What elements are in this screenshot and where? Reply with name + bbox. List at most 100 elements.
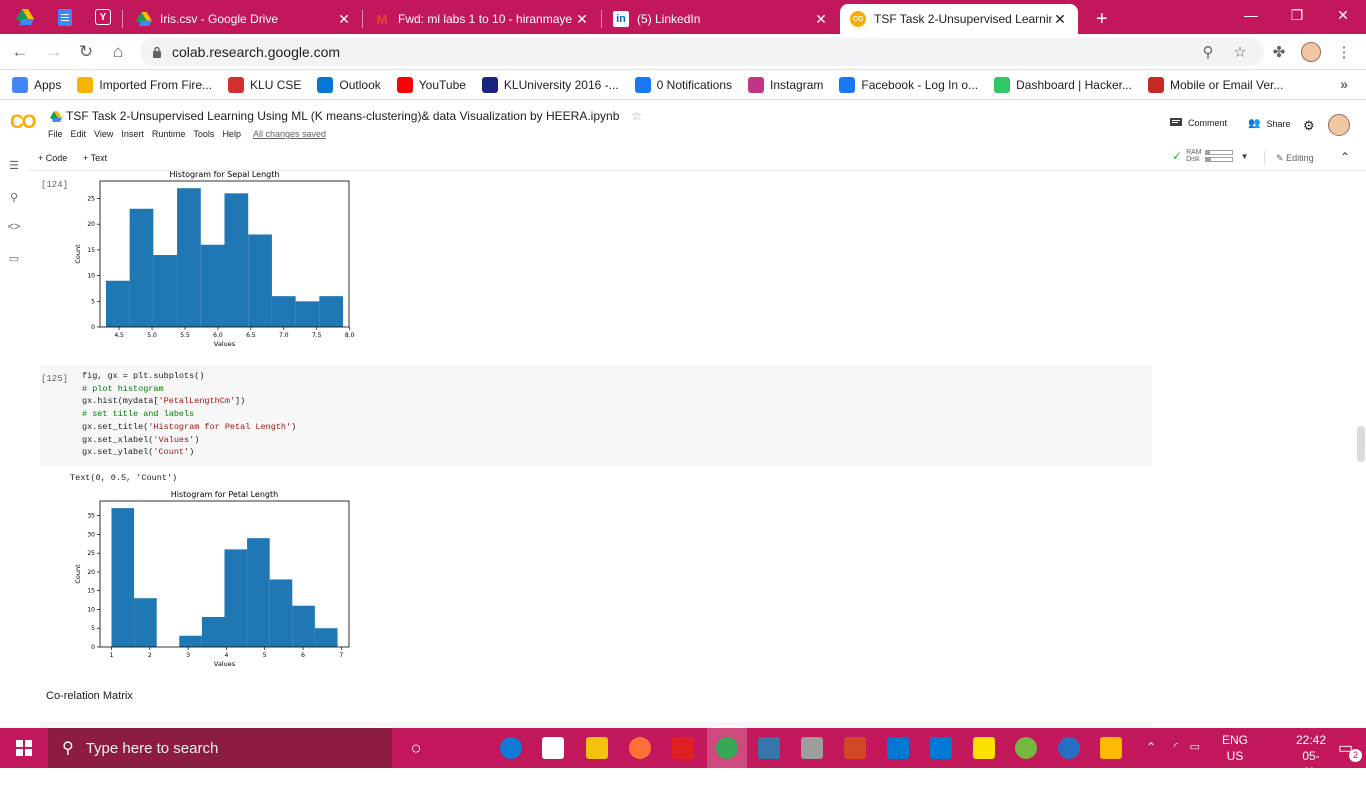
close-icon[interactable]: ✕ [813,11,829,28]
taskbar-search-box[interactable]: ⚲ Type here to search [48,728,392,768]
settings-gear-icon[interactable]: ⚙ [1303,118,1315,134]
menu-help[interactable]: Help [222,129,241,139]
back-button[interactable]: ← [8,40,32,64]
network-icon[interactable]: ◜ [1174,740,1178,753]
url-text: colab.research.google.com [172,44,341,60]
start-button[interactable] [0,728,48,768]
y-tick-label: 5 [91,298,95,305]
share-button[interactable]: 👥 Share [1248,118,1290,129]
store-icon[interactable] [540,735,566,761]
close-icon[interactable]: ✕ [574,11,590,28]
markdown-text-cell[interactable]: Co-relation Matrix [46,690,133,702]
save-status-link[interactable]: All changes saved [253,129,326,139]
file-explorer-icon[interactable] [584,735,610,761]
notification-center-button[interactable]: ▭ 2 [1338,738,1362,762]
code-snippets-icon[interactable]: <> [7,220,21,234]
comment-button[interactable]: Comment [1170,118,1227,128]
close-window-button[interactable]: ✕ [1320,0,1366,30]
menu-edit[interactable]: Edit [71,129,87,139]
mail-icon[interactable] [885,735,911,761]
new-tab-button[interactable]: + [1086,4,1116,34]
x-tick-label: 5 [263,652,267,659]
extensions-icon[interactable]: ✤ [1269,42,1289,62]
add-text-button[interactable]: + Text [83,153,107,163]
tab-google-drive[interactable]: Iris.csv - Google Drive ✕ [126,4,362,34]
home-button[interactable]: ⌂ [106,40,130,64]
tab-linkedin[interactable]: in (5) LinkedIn ✕ [603,4,839,34]
bookmark-item[interactable]: Imported From Fire... [77,76,212,93]
bookmark-item[interactable]: Facebook - Log In o... [839,76,978,93]
menu-insert[interactable]: Insert [121,129,144,139]
editing-mode-button[interactable]: ✎ Editing [1276,153,1314,164]
pinned-tab-drive[interactable] [10,5,40,29]
bookmark-item[interactable]: KLU CSE [228,76,301,93]
battery-icon[interactable]: ▭ [1190,740,1200,753]
r-icon[interactable] [1056,735,1082,761]
restore-button[interactable]: ❐ [1274,0,1320,30]
close-icon[interactable]: ✕ [336,11,352,28]
google-drive-icon [136,11,152,27]
star-icon[interactable]: ☆ [631,109,642,123]
ram-disk-indicator[interactable]: ✓ RAM Disk ▼ [1172,149,1249,163]
bookmark-item[interactable]: Instagram [748,76,823,93]
search-icon[interactable]: ⚲ [7,190,21,204]
browser-menu-icon[interactable]: ⋮ [1334,42,1354,62]
bookmark-item[interactable]: Apps [12,76,61,93]
files-folder-icon[interactable]: ▭ [7,251,21,265]
sticky-notes-icon[interactable] [971,735,997,761]
cortana-icon[interactable]: ○ [403,735,429,761]
powerpoint-icon[interactable] [842,735,868,761]
account-avatar[interactable] [1328,114,1350,136]
menu-file[interactable]: File [48,129,63,139]
pinned-tab-docs[interactable] [50,5,80,29]
paint-icon[interactable] [1098,735,1124,761]
table-of-contents-icon[interactable]: ☰ [7,158,21,172]
tab-colab-active[interactable]: CO TSF Task 2-Unsupervised Learnin ✕ [840,4,1078,34]
code-token: ]) [235,396,246,407]
bookmark-item[interactable]: YouTube [396,76,466,93]
scrollbar-thumb[interactable] [1357,426,1365,462]
tab-gmail[interactable]: M Fwd: ml labs 1 to 10 - hiranmaye ✕ [364,4,600,34]
bookmark-label: YouTube [418,77,466,92]
add-code-button[interactable]: + Code [38,153,67,163]
bookmark-item[interactable]: Mobile or Email Ver... [1147,76,1283,93]
code-cell[interactable]: [125] fig, gx = plt.subplots() # plot his… [40,365,1152,466]
menu-tools[interactable]: Tools [193,129,214,139]
menu-view[interactable]: View [94,129,113,139]
bookmark-item[interactable]: Dashboard | Hacker... [994,76,1132,93]
minimize-button[interactable]: — [1228,0,1274,30]
collapse-header-icon[interactable]: ⌃ [1340,150,1350,164]
address-bar[interactable]: colab.research.google.com [140,38,1264,66]
reload-button[interactable]: ↻ [74,40,98,64]
zoom-icon[interactable]: ⚲ [1198,42,1218,62]
printer-icon[interactable] [799,735,825,761]
edge-icon[interactable] [498,735,524,761]
forward-button[interactable]: → [42,40,66,64]
pinned-tab-yahoo[interactable]: Y [88,5,118,29]
utorrent-icon[interactable] [1013,735,1039,761]
bookmarks-overflow-button[interactable]: » [1340,76,1348,92]
clock[interactable]: 22:42 05-11-2020 [1296,732,1326,796]
bookmark-item[interactable]: KLUniversity 2016 -... [481,76,619,93]
bookmark-item[interactable]: 0 Notifications [634,76,732,93]
notebook-title[interactable]: TSF Task 2-Unsupervised Learning Using M… [50,109,642,123]
chrome-icon-glyph [716,737,738,759]
colab-logo[interactable]: CO [10,112,36,134]
acrobat-icon[interactable] [670,735,696,761]
bookmark-star-icon[interactable]: ☆ [1230,42,1250,62]
python-icon-glyph [758,737,780,759]
chrome-icon[interactable] [714,735,740,761]
chevron-up-icon[interactable]: ⌃ [1146,740,1156,754]
edge-icon-glyph [500,737,522,759]
chevron-down-icon[interactable]: ▼ [1241,152,1249,161]
task-view-icon[interactable] [450,735,476,761]
menu-runtime[interactable]: Runtime [152,129,186,139]
outlook-icon[interactable] [928,735,954,761]
firefox-icon[interactable] [627,735,653,761]
close-icon[interactable]: ✕ [1052,11,1068,28]
y-tick-label: 0 [91,324,95,331]
language-indicator[interactable]: ENG US [1222,732,1248,764]
bookmark-item[interactable]: Outlook [317,76,381,93]
python-icon[interactable] [756,735,782,761]
profile-avatar[interactable] [1301,42,1321,62]
